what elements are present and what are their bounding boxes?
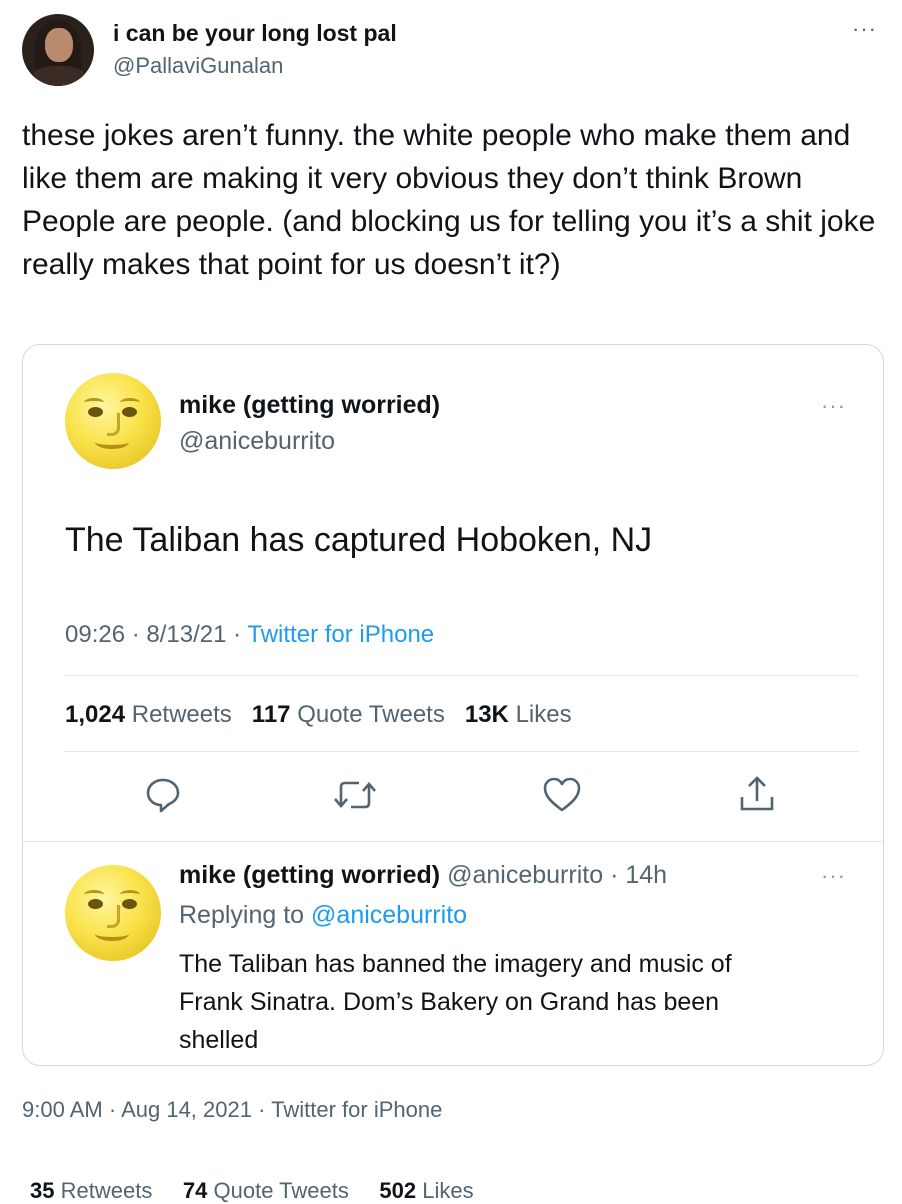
reply-text-line: shelled [179, 1026, 259, 1054]
reply-icon[interactable] [143, 775, 183, 815]
quoted-likes-stat[interactable]: 13K Likes [465, 701, 572, 728]
divider [65, 751, 859, 752]
divider [23, 841, 883, 842]
replying-to: Replying to @aniceburrito [179, 901, 467, 930]
tweet-source[interactable]: Twitter for iPhone [271, 1097, 442, 1122]
meta-separator: · [258, 1097, 266, 1122]
author-handle[interactable]: @PallaviGunalan [113, 53, 283, 79]
meta-separator: · [610, 861, 619, 889]
moon-face-avatar[interactable] [65, 373, 161, 469]
reply-more-icon[interactable]: ··· [821, 863, 846, 889]
reply-header: mike (getting worried) @aniceburrito · 1… [179, 861, 667, 890]
quoted-time[interactable]: 09:26 [65, 621, 125, 648]
reply-handle[interactable]: @aniceburrito [447, 861, 603, 889]
divider [65, 675, 859, 676]
more-options-icon[interactable]: ··· [852, 16, 877, 42]
reply-age[interactable]: 14h [625, 861, 667, 889]
quoted-quotes-stat[interactable]: 117 Quote Tweets [252, 701, 445, 728]
moon-face-avatar[interactable] [65, 865, 161, 961]
replying-to-link[interactable]: @aniceburrito [311, 901, 467, 929]
quoted-retweets-stat[interactable]: 1,024 Retweets [65, 701, 232, 728]
reply-text-line: The Taliban has banned the imagery and m… [179, 950, 732, 978]
retweets-stat[interactable]: 35 Retweets [30, 1178, 152, 1203]
quoted-stats: 1,024 Retweets 117 Quote Tweets 13K Like… [65, 701, 572, 729]
tweet-stats: 35 Retweets 74 Quote Tweets 502 Likes [30, 1178, 474, 1204]
author-display-name[interactable]: i can be your long lost pal [113, 20, 397, 47]
tweet-time[interactable]: 9:00 AM [22, 1097, 103, 1122]
meta-separator: · [131, 621, 140, 648]
quoted-date[interactable]: 8/13/21 [146, 621, 226, 648]
replying-to-prefix: Replying to [179, 901, 305, 929]
quoted-tweet-text: The Taliban has captured Hoboken, NJ [65, 521, 653, 559]
like-icon[interactable] [541, 775, 583, 815]
tweet-date[interactable]: Aug 14, 2021 [121, 1097, 252, 1122]
quoted-source-link[interactable]: Twitter for iPhone [247, 621, 434, 648]
meta-separator: · [108, 1097, 117, 1122]
quoted-handle[interactable]: @aniceburrito [179, 427, 335, 456]
quoted-tweet-meta: 09:26 · 8/13/21 · Twitter for iPhone [65, 621, 434, 649]
reply-text-line: Frank Sinatra. Dom’s Bakery on Grand has… [179, 988, 720, 1016]
likes-stat[interactable]: 502 Likes [379, 1178, 473, 1203]
quoted-tweet-card[interactable]: mike (getting worried) @aniceburrito ···… [22, 344, 884, 1066]
author-avatar[interactable] [22, 14, 94, 86]
meta-separator: · [233, 621, 242, 648]
reply-text: The Taliban has banned the imagery and m… [179, 945, 732, 1059]
quotes-stat[interactable]: 74 Quote Tweets [183, 1178, 349, 1203]
retweet-icon[interactable] [333, 775, 377, 815]
reply-display-name[interactable]: mike (getting worried) [179, 861, 440, 889]
tweet-text: these jokes aren’t funny. the white peop… [22, 119, 876, 281]
share-icon[interactable] [737, 773, 777, 815]
quoted-more-icon[interactable]: ··· [821, 393, 846, 419]
tweet-timestamp: 9:00 AM · Aug 14, 2021 · Twitter for iPh… [22, 1097, 442, 1123]
quoted-display-name[interactable]: mike (getting worried) [179, 391, 440, 420]
